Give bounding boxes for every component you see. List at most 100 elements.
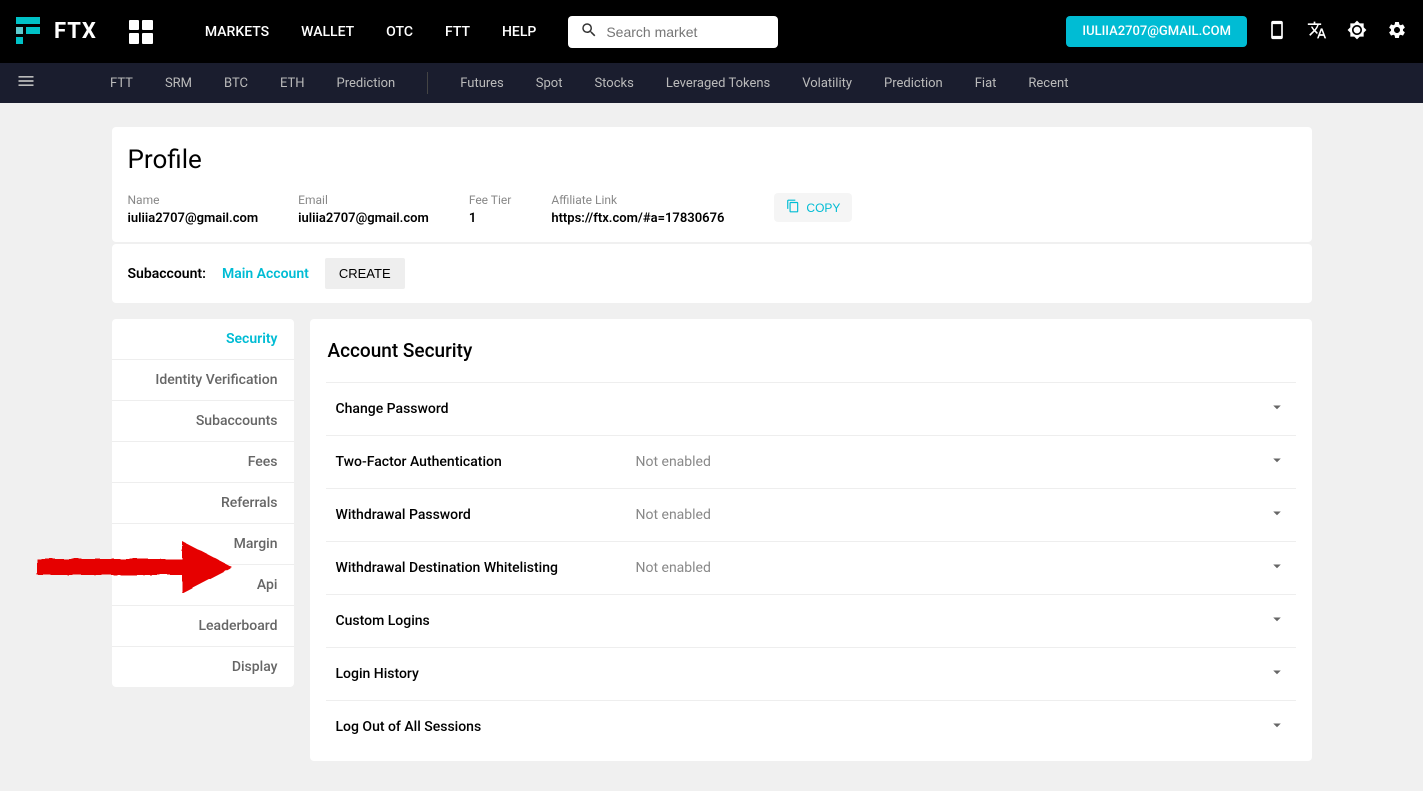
- sidebar-item-api[interactable]: Api: [112, 565, 294, 606]
- sidebar-item-label: Referrals: [221, 495, 278, 511]
- copy-button[interactable]: COPY: [774, 193, 852, 222]
- search-input[interactable]: [606, 24, 766, 40]
- sidebar-item-display[interactable]: Display: [112, 647, 294, 687]
- profile-email: Email iuliia2707@gmail.com: [298, 193, 429, 226]
- profile-email-label: Email: [298, 193, 429, 207]
- sidebar-item-subaccounts[interactable]: Subaccounts: [112, 401, 294, 442]
- profile-name-value: iuliia2707@gmail.com: [128, 211, 259, 226]
- profile-fields: Name iuliia2707@gmail.com Email iuliia27…: [128, 193, 1296, 226]
- subaccount-label: Subaccount:: [128, 266, 206, 282]
- row-status: Not enabled: [636, 560, 1268, 576]
- sidebar-item-label: Subaccounts: [196, 413, 278, 429]
- sidebar-item-label: Fees: [248, 454, 278, 470]
- two-column-layout: Security Identity Verification Subaccoun…: [112, 319, 1312, 761]
- ftx-logo-mark: [16, 15, 46, 49]
- profile-fee-tier: Fee Tier 1: [469, 193, 512, 226]
- chevron-down-icon: [1268, 504, 1286, 526]
- secnav-volatility[interactable]: Volatility: [786, 76, 868, 91]
- sidebar-item-referrals[interactable]: Referrals: [112, 483, 294, 524]
- sidebar-item-fees[interactable]: Fees: [112, 442, 294, 483]
- sidebar-item-label: Margin: [234, 536, 278, 552]
- chevron-down-icon: [1268, 398, 1286, 420]
- translate-icon[interactable]: [1307, 20, 1327, 44]
- subaccount-bar: Subaccount: Main Account CREATE: [112, 244, 1312, 303]
- sidebar-item-label: Leaderboard: [198, 618, 277, 634]
- profile-title: Profile: [128, 145, 1296, 175]
- profile-affiliate: Affiliate Link https://ftx.com/#a=178306…: [551, 193, 724, 226]
- row-change-password[interactable]: Change Password: [326, 382, 1296, 435]
- sidebar-item-identity[interactable]: Identity Verification: [112, 360, 294, 401]
- search-box[interactable]: [568, 16, 778, 48]
- secnav-btc[interactable]: BTC: [208, 76, 264, 91]
- chevron-down-icon: [1268, 716, 1286, 738]
- secnav-divider: [427, 72, 428, 94]
- nav-help[interactable]: HELP: [502, 24, 536, 40]
- secnav-leveraged[interactable]: Leveraged Tokens: [650, 76, 786, 91]
- secnav-futures[interactable]: Futures: [444, 76, 520, 91]
- logo-group: FTX: [16, 15, 153, 49]
- nav-markets[interactable]: MARKETS: [205, 24, 269, 40]
- row-custom-logins[interactable]: Custom Logins: [326, 594, 1296, 647]
- row-logout-all[interactable]: Log Out of All Sessions: [326, 700, 1296, 753]
- secnav-stocks[interactable]: Stocks: [578, 76, 649, 91]
- profile-aff-label: Affiliate Link: [551, 193, 724, 207]
- secnav-prediction[interactable]: Prediction: [321, 76, 412, 91]
- sidebar-item-label: Display: [232, 659, 278, 675]
- chevron-down-icon: [1268, 610, 1286, 632]
- profile-name: Name iuliia2707@gmail.com: [128, 193, 259, 226]
- apps-icon[interactable]: [129, 20, 153, 44]
- nav-wallet[interactable]: WALLET: [301, 24, 354, 40]
- row-withdrawal-password[interactable]: Withdrawal Password Not enabled: [326, 488, 1296, 541]
- secnav-recent[interactable]: Recent: [1012, 76, 1084, 91]
- create-subaccount-button[interactable]: CREATE: [325, 258, 405, 289]
- brightness-icon[interactable]: [1347, 20, 1367, 44]
- secnav-srm[interactable]: SRM: [149, 76, 208, 91]
- search-icon: [580, 21, 598, 43]
- secnav-fiat[interactable]: Fiat: [959, 76, 1013, 91]
- profile-email-value: iuliia2707@gmail.com: [298, 211, 429, 226]
- row-label: Custom Logins: [336, 613, 636, 629]
- row-label: Login History: [336, 666, 636, 682]
- account-security-title: Account Security: [326, 339, 1296, 362]
- secnav-spot[interactable]: Spot: [520, 76, 579, 91]
- header-icons: [1267, 20, 1407, 44]
- chevron-down-icon: [1268, 663, 1286, 685]
- ftx-logo[interactable]: FTX: [16, 15, 97, 49]
- sidebar-item-leaderboard[interactable]: Leaderboard: [112, 606, 294, 647]
- top-header: FTX MARKETS WALLET OTC FTT HELP IULIIA27…: [0, 0, 1423, 63]
- page-content: Profile Name iuliia2707@gmail.com Email …: [112, 127, 1312, 791]
- sidebar-item-label: Api: [257, 577, 278, 593]
- row-label: Withdrawal Destination Whitelisting: [336, 560, 636, 576]
- chevron-down-icon: [1268, 557, 1286, 579]
- secondary-nav: FTT SRM BTC ETH Prediction Futures Spot …: [0, 63, 1423, 103]
- hamburger-icon[interactable]: [8, 71, 44, 95]
- row-label: Two-Factor Authentication: [336, 454, 636, 470]
- profile-aff-value: https://ftx.com/#a=17830676: [551, 211, 724, 226]
- row-whitelist[interactable]: Withdrawal Destination Whitelisting Not …: [326, 541, 1296, 594]
- sidebar-item-margin[interactable]: Margin: [112, 524, 294, 565]
- secnav-eth[interactable]: ETH: [264, 76, 321, 91]
- sidebar-item-security[interactable]: Security: [112, 319, 294, 360]
- row-label: Log Out of All Sessions: [336, 719, 636, 735]
- secondary-nav-links: FTT SRM BTC ETH Prediction Futures Spot …: [94, 72, 1084, 94]
- row-status: Not enabled: [636, 454, 1268, 470]
- copy-icon: [786, 199, 800, 216]
- settings-icon[interactable]: [1387, 20, 1407, 44]
- row-two-factor[interactable]: Two-Factor Authentication Not enabled: [326, 435, 1296, 488]
- secnav-ftt[interactable]: FTT: [94, 76, 149, 91]
- nav-otc[interactable]: OTC: [386, 24, 413, 40]
- mobile-icon[interactable]: [1267, 20, 1287, 44]
- sidebar-item-label: Security: [226, 331, 278, 347]
- subaccount-main[interactable]: Main Account: [222, 266, 309, 282]
- sidebar-item-label: Identity Verification: [155, 372, 277, 388]
- secnav-prediction2[interactable]: Prediction: [868, 76, 959, 91]
- row-login-history[interactable]: Login History: [326, 647, 1296, 700]
- nav-ftt[interactable]: FTT: [445, 24, 470, 40]
- sidebar: Security Identity Verification Subaccoun…: [112, 319, 294, 687]
- profile-card: Profile Name iuliia2707@gmail.com Email …: [112, 127, 1312, 242]
- ftx-logo-text: FTX: [54, 19, 97, 44]
- profile-fee-label: Fee Tier: [469, 193, 512, 207]
- row-label: Withdrawal Password: [336, 507, 636, 523]
- user-email-button[interactable]: IULIIA2707@GMAIL.COM: [1066, 16, 1247, 47]
- profile-fee-value: 1: [469, 211, 512, 226]
